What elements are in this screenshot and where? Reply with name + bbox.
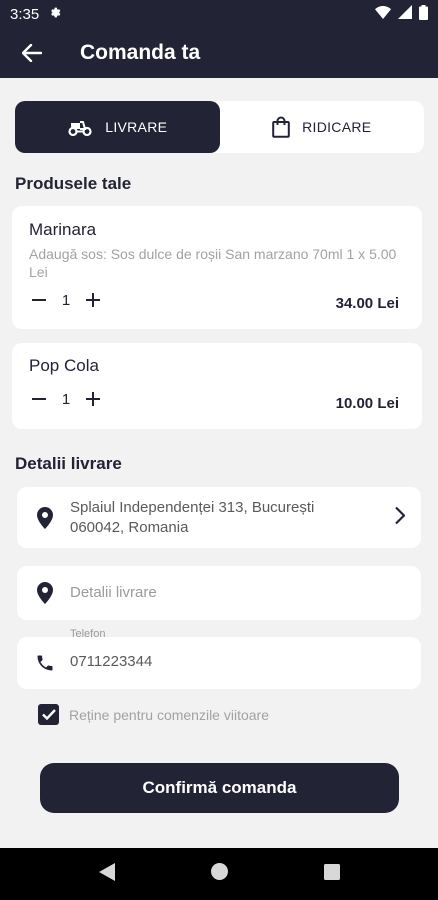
delivery-mode-toggle: LIVRARE RIDICARE — [15, 101, 424, 153]
circle-home-icon — [210, 863, 228, 880]
quantity-value: 1 — [61, 390, 71, 408]
status-time: 3:35 — [10, 5, 40, 23]
tab-livrare[interactable]: LIVRARE — [15, 101, 220, 153]
quantity-stepper: 1 — [29, 389, 103, 409]
location-pin-icon — [34, 506, 56, 529]
delivery-details-title: Detalii livrare — [15, 454, 122, 473]
system-nav-bar — [0, 848, 438, 900]
product-card: Marinara Adaugă sos: Sos dulce de roșii … — [12, 206, 422, 329]
address-text: Splaiul Independenței 313, București 060… — [70, 498, 314, 538]
shopping-bag-icon — [272, 116, 290, 138]
triangle-back-icon — [98, 862, 115, 881]
phone-icon — [34, 652, 56, 674]
square-recents-icon — [323, 863, 340, 880]
remember-label: Reține pentru comenzile viitoare — [69, 706, 269, 723]
remember-checkbox[interactable] — [38, 704, 59, 725]
tab-ridicare[interactable]: RIDICARE — [220, 101, 425, 153]
checkmark-icon — [41, 709, 56, 720]
settings-icon — [49, 6, 62, 23]
chevron-right-icon — [395, 506, 406, 529]
signal-icon — [398, 5, 412, 23]
nav-recents-button[interactable] — [323, 863, 340, 885]
product-name: Pop Cola — [29, 356, 99, 375]
phone-input[interactable]: 0711223344 — [17, 637, 421, 689]
status-bar: 3:35 — [0, 0, 438, 28]
nav-back-button[interactable] — [98, 862, 115, 886]
scooter-icon — [68, 121, 92, 136]
increase-quantity-button[interactable] — [83, 290, 103, 310]
product-price: 10.00 Lei — [335, 395, 399, 412]
increase-quantity-button[interactable] — [83, 389, 103, 409]
quantity-value: 1 — [61, 291, 71, 309]
tab-livrare-label: LIVRARE — [105, 119, 168, 135]
delivery-details-input[interactable]: Detalii livrare — [17, 566, 421, 620]
products-section-title: Produsele tale — [15, 174, 132, 193]
decrease-quantity-button[interactable] — [29, 290, 49, 310]
address-selector[interactable]: Splaiul Independenței 313, București 060… — [17, 487, 421, 548]
delivery-details-placeholder: Detalii livrare — [70, 584, 157, 601]
minus-icon — [32, 299, 46, 301]
plus-icon — [86, 293, 100, 307]
phone-value: 0711223344 — [70, 653, 153, 670]
decrease-quantity-button[interactable] — [29, 389, 49, 409]
address-line-2: 060042, Romania — [70, 519, 189, 536]
page-title: Comanda ta — [80, 41, 201, 64]
battery-icon — [419, 4, 428, 24]
product-price: 34.00 Lei — [335, 295, 399, 312]
back-button[interactable] — [0, 28, 64, 78]
product-card: Pop Cola 1 10.00 Lei — [12, 343, 422, 429]
wifi-icon — [375, 5, 391, 23]
location-pin-icon — [34, 582, 56, 604]
product-note: Adaugă sos: Sos dulce de roșii San marza… — [29, 246, 397, 280]
quantity-stepper: 1 — [29, 290, 103, 310]
confirm-order-button[interactable]: Confirmă comanda — [40, 763, 399, 813]
remember-checkbox-row[interactable]: Reține pentru comenzile viitoare — [38, 704, 269, 725]
nav-home-button[interactable] — [210, 863, 228, 885]
arrow-back-icon — [22, 44, 42, 62]
address-line-1: Splaiul Independenței 313, București — [70, 499, 315, 516]
plus-icon — [86, 392, 100, 406]
product-name: Marinara — [29, 220, 97, 239]
app-bar: Comanda ta — [0, 28, 438, 78]
tab-ridicare-label: RIDICARE — [302, 119, 372, 135]
minus-icon — [32, 398, 46, 400]
